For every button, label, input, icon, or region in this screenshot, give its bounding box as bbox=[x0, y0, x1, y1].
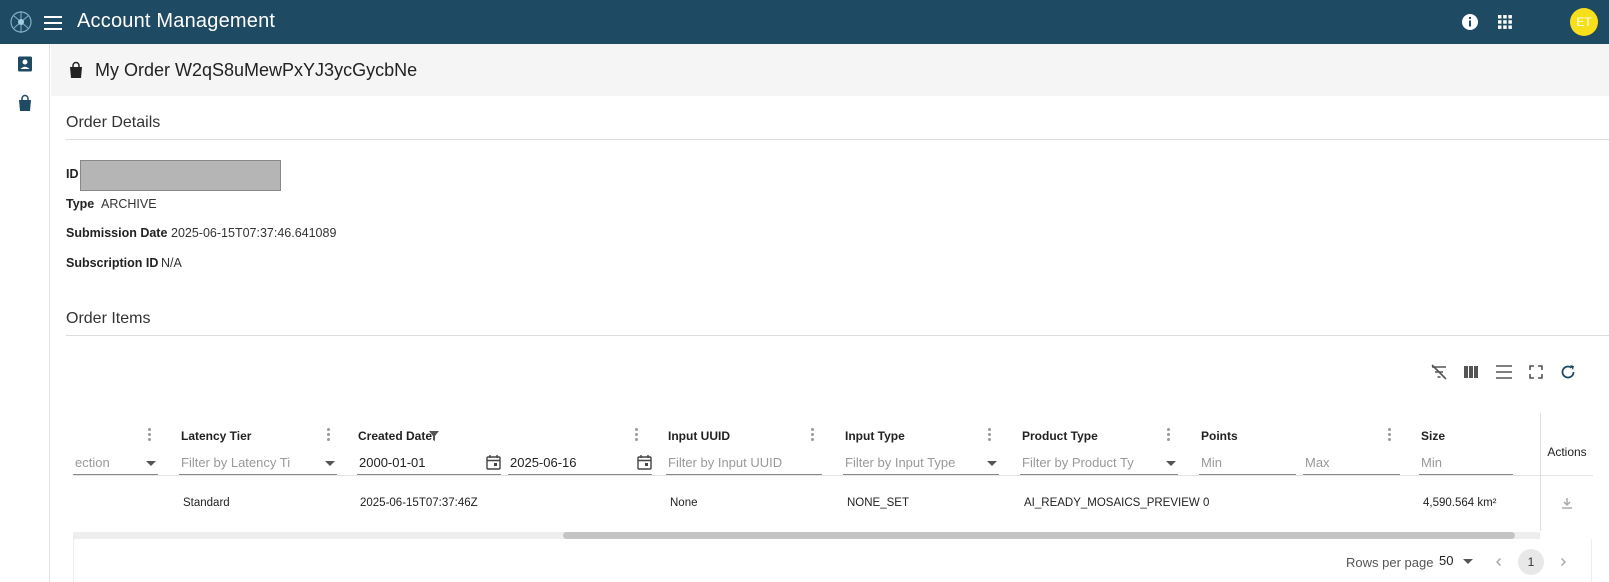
column-header-actions: Actions bbox=[1547, 445, 1587, 459]
cell-points: 0 bbox=[1203, 497, 1210, 509]
column-header-product-type[interactable]: Product Type bbox=[1022, 429, 1098, 443]
points-min-input[interactable]: Min bbox=[1199, 451, 1296, 475]
id-label: ID bbox=[66, 167, 79, 181]
density-icon[interactable] bbox=[1495, 363, 1513, 381]
cell-product-type: AI_READY_MOSAICS_PREVIEW bbox=[1024, 497, 1200, 509]
cell-latency-tier: Standard bbox=[183, 497, 230, 509]
actions-column: Actions bbox=[1540, 413, 1593, 531]
cell-input-type: NONE_SET bbox=[847, 497, 909, 509]
column-header-latency-tier[interactable]: Latency Tier bbox=[181, 429, 251, 443]
collection-filter[interactable]: ection bbox=[73, 451, 158, 475]
subscription-id-label: Subscription ID bbox=[66, 256, 159, 270]
type-label: Type bbox=[66, 197, 95, 211]
chevron-left-icon bbox=[1495, 557, 1502, 567]
submission-date-value: 2025-06-15T07:37:46.641089 bbox=[171, 226, 337, 240]
column-header-created-date[interactable]: Created Date bbox=[358, 429, 432, 443]
input-uuid-filter[interactable]: Filter by Input UUID bbox=[666, 451, 822, 475]
menu-icon[interactable] bbox=[42, 12, 64, 32]
created-date-from-input[interactable]: 2000-01-01 bbox=[357, 451, 501, 475]
clear-filters-icon[interactable] bbox=[1430, 363, 1448, 381]
horizontal-scrollbar[interactable] bbox=[73, 532, 1540, 539]
divider bbox=[66, 139, 1609, 140]
page-title: My Order W2qS8uMewPxYJ3ycGycbNe bbox=[95, 60, 418, 80]
calendar-icon[interactable] bbox=[637, 454, 652, 470]
column-menu-icon[interactable] bbox=[327, 428, 331, 442]
column-menu-icon[interactable] bbox=[635, 428, 639, 442]
cell-size: 4,590.564 km² bbox=[1423, 497, 1497, 509]
download-icon[interactable] bbox=[1561, 497, 1573, 509]
column-menu-icon[interactable] bbox=[148, 428, 152, 442]
column-menu-icon[interactable] bbox=[811, 428, 815, 442]
side-navigation bbox=[0, 44, 50, 582]
latency-tier-filter[interactable]: Filter by Latency Ti bbox=[179, 451, 337, 475]
shopping-bag-icon[interactable] bbox=[16, 94, 34, 112]
next-page-button[interactable] bbox=[1550, 549, 1576, 575]
column-menu-icon[interactable] bbox=[988, 428, 992, 442]
type-value: ARCHIVE bbox=[101, 197, 157, 211]
user-avatar[interactable]: ET bbox=[1570, 8, 1598, 36]
header-divider bbox=[73, 475, 1592, 476]
cell-created-date: 2025-06-15T07:37:46Z bbox=[360, 497, 478, 509]
page-button-current[interactable]: 1 bbox=[1518, 549, 1544, 575]
previous-page-button[interactable] bbox=[1486, 549, 1512, 575]
subscription-id-value: N/A bbox=[161, 256, 182, 270]
input-type-filter[interactable]: Filter by Input Type bbox=[843, 451, 999, 475]
cell-input-uuid: None bbox=[670, 497, 698, 509]
column-header-size[interactable]: Size bbox=[1421, 429, 1445, 443]
column-header-input-uuid[interactable]: Input UUID bbox=[668, 429, 730, 443]
column-header-input-type[interactable]: Input Type bbox=[845, 429, 905, 443]
rows-per-page-select[interactable]: 50 bbox=[1439, 553, 1475, 571]
divider bbox=[66, 335, 1609, 336]
columns-icon[interactable] bbox=[1462, 363, 1480, 381]
redacted-id-value bbox=[80, 160, 281, 191]
grid-footer: Rows per page 50 1 bbox=[73, 539, 1592, 582]
column-menu-icon[interactable] bbox=[1388, 428, 1392, 442]
order-details-title: Order Details bbox=[66, 114, 161, 131]
fullscreen-icon[interactable] bbox=[1527, 363, 1545, 381]
submission-date-label: Submission Date bbox=[66, 226, 168, 240]
points-max-input[interactable]: Max bbox=[1303, 451, 1400, 475]
chevron-right-icon bbox=[1560, 557, 1567, 567]
calendar-icon[interactable] bbox=[486, 454, 501, 470]
top-app-bar: Account Management ET bbox=[0, 0, 1609, 44]
size-min-input[interactable]: Min bbox=[1419, 451, 1513, 475]
scrollbar-thumb[interactable] bbox=[563, 532, 1515, 539]
column-menu-icon[interactable] bbox=[1167, 428, 1171, 442]
chevron-down-icon bbox=[1463, 559, 1473, 564]
created-date-to-input[interactable]: 2025-06-16 bbox=[508, 451, 652, 475]
refresh-icon[interactable] bbox=[1559, 363, 1577, 381]
header-divider bbox=[1541, 475, 1593, 476]
app-logo-icon[interactable] bbox=[6, 6, 36, 38]
order-items-title: Order Items bbox=[66, 310, 151, 327]
app-title: Account Management bbox=[77, 10, 276, 32]
filter-icon[interactable] bbox=[429, 431, 439, 441]
account-icon[interactable] bbox=[16, 55, 34, 73]
column-header-points[interactable]: Points bbox=[1201, 429, 1238, 443]
shopping-bag-icon bbox=[70, 61, 82, 78]
info-icon[interactable] bbox=[1460, 12, 1480, 32]
rows-per-page-label: Rows per page bbox=[1346, 555, 1434, 570]
apps-grid-icon[interactable] bbox=[1495, 12, 1515, 32]
product-type-filter[interactable]: Filter by Product Ty bbox=[1020, 451, 1178, 475]
